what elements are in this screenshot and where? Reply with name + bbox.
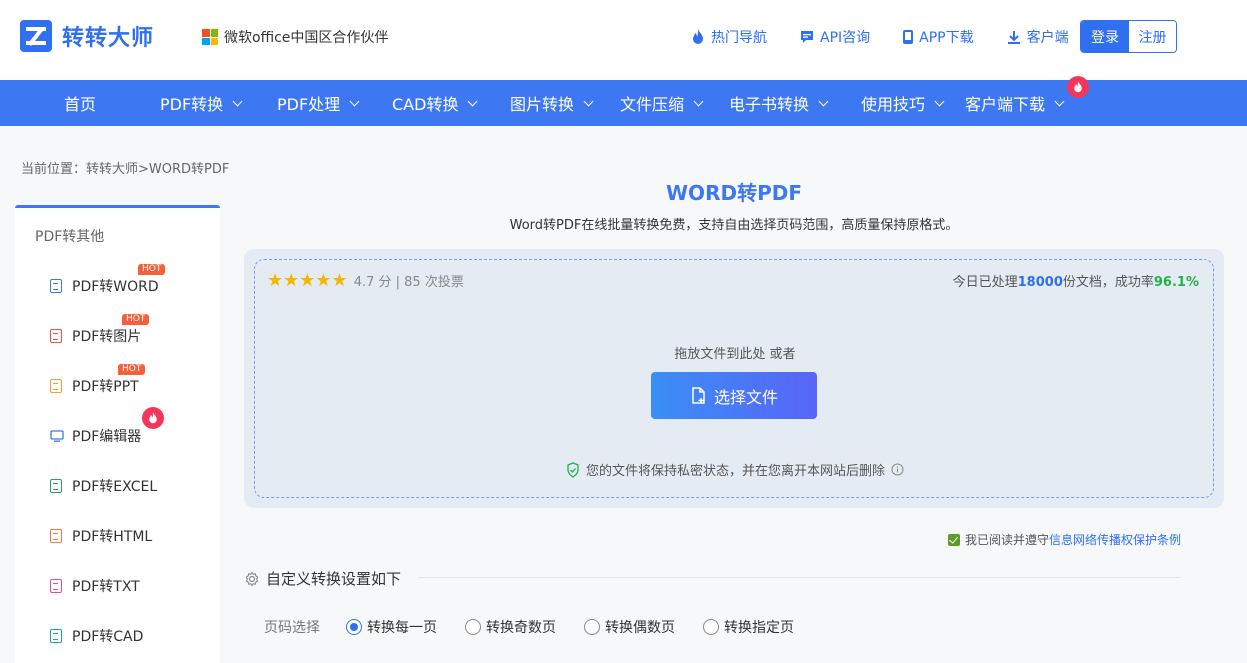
hot-badge: HOT bbox=[118, 364, 146, 375]
page-title: WORD转PDF bbox=[666, 181, 802, 205]
nav-file-compress[interactable]: 文件压缩 bbox=[620, 80, 704, 126]
hot-nav-link[interactable]: 热门导航 bbox=[690, 27, 767, 47]
register-button[interactable]: 注册 bbox=[1129, 21, 1176, 52]
settings-header: 自定义转换设置如下 bbox=[244, 568, 401, 589]
success-rate: 96.1% bbox=[1153, 275, 1199, 290]
rating-text: 4.7 分 | 85 次投票 bbox=[353, 275, 464, 290]
microsoft-logo-icon bbox=[202, 29, 218, 45]
sidebar-item-pdf-to-cad[interactable]: PDF转CAD bbox=[50, 626, 143, 646]
nav-client-download[interactable]: 客户端下载 bbox=[965, 80, 1065, 126]
option-specific-pages[interactable]: 转换指定页 bbox=[703, 617, 794, 637]
nav-tips[interactable]: 使用技巧 bbox=[861, 80, 945, 126]
shield-check-icon bbox=[567, 461, 579, 478]
radio-selected[interactable] bbox=[346, 619, 362, 635]
rating: ★★★★★ 4.7 分 | 85 次投票 bbox=[267, 270, 464, 291]
settings-title: 自定义转换设置如下 bbox=[266, 570, 402, 588]
fire-icon bbox=[142, 407, 164, 429]
logo-text: 转转大师 bbox=[62, 26, 155, 51]
agree-checkbox[interactable] bbox=[948, 533, 960, 546]
download-icon bbox=[1007, 31, 1020, 44]
option-odd-pages[interactable]: 转换奇数页 bbox=[465, 617, 556, 637]
star-rating-icon[interactable]: ★★★★★ bbox=[267, 270, 348, 291]
nav-pdf-convert[interactable]: PDF转换 bbox=[160, 80, 243, 126]
drop-hint: 拖放文件到此处 或者 bbox=[674, 347, 796, 362]
radio[interactable] bbox=[465, 619, 481, 635]
top-links: 热门导航 API咨询 APP下载 客户端 bbox=[690, 27, 1101, 47]
sidebar-item-pdf-to-txt[interactable]: PDF转TXT bbox=[50, 576, 140, 596]
sidebar-item-pdf-to-html[interactable]: PDF转HTML bbox=[50, 526, 152, 546]
main-nav: 首页 PDF转换 PDF处理 CAD转换 图片转换 文件压缩 电子书转换 使用技… bbox=[0, 76, 1247, 126]
nav-pdf-process[interactable]: PDF处理 bbox=[277, 80, 360, 126]
file-add-icon bbox=[692, 386, 705, 404]
sidebar-item-pdf-editor[interactable]: PDF编辑器 bbox=[50, 426, 141, 446]
partner-text: 微软office中国区合作伙伴 bbox=[224, 30, 389, 46]
drop-zone[interactable]: ★★★★★ 4.7 分 | 85 次投票 今日已处理18000份文档，成功率96… bbox=[254, 259, 1214, 498]
sidebar-item-pdf-to-word[interactable]: PDF转WORD HOT bbox=[50, 264, 166, 296]
chevron-down-icon bbox=[934, 96, 945, 106]
upload-panel: ★★★★★ 4.7 分 | 85 次投票 今日已处理18000份文档，成功率96… bbox=[244, 249, 1224, 508]
chevron-down-icon bbox=[818, 96, 829, 106]
divider bbox=[418, 577, 1180, 578]
page-description: Word转PDF在线批量转换免费，支持自由选择页码范围，高质量保持原格式。 bbox=[509, 218, 959, 233]
radio[interactable] bbox=[584, 619, 600, 635]
info-icon[interactable] bbox=[891, 463, 904, 476]
agreement-link[interactable]: 信息网络传播权保护条例 bbox=[1049, 531, 1181, 548]
file-icon bbox=[50, 479, 62, 493]
radio[interactable] bbox=[703, 619, 719, 635]
file-icon bbox=[50, 529, 62, 543]
file-icon bbox=[50, 329, 62, 343]
monitor-icon bbox=[50, 430, 64, 442]
chat-icon bbox=[801, 31, 813, 43]
sidebar-heading: PDF转其他 bbox=[35, 229, 105, 245]
option-even-pages[interactable]: 转换偶数页 bbox=[584, 617, 675, 637]
phone-icon bbox=[903, 30, 914, 44]
api-consult-link[interactable]: API咨询 bbox=[799, 27, 870, 47]
file-icon bbox=[50, 279, 62, 293]
logo[interactable]: 转转大师 bbox=[20, 20, 154, 52]
gear-icon bbox=[245, 571, 259, 586]
hot-badge: HOT bbox=[122, 314, 150, 325]
option-every-page[interactable]: 转换每一页 bbox=[346, 617, 437, 637]
logo-mark-icon bbox=[20, 20, 52, 52]
processed-count: 18000 bbox=[1017, 275, 1063, 290]
chevron-down-icon bbox=[468, 96, 478, 106]
fire-icon bbox=[1067, 76, 1089, 98]
auth-buttons: 登录 注册 bbox=[1080, 20, 1177, 53]
fire-icon bbox=[693, 29, 703, 44]
nav-cad-convert[interactable]: CAD转换 bbox=[392, 80, 478, 126]
partner-label: 微软office中国区合作伙伴 bbox=[202, 27, 388, 47]
client-link[interactable]: 客户端 bbox=[1006, 27, 1069, 47]
chevron-down-icon bbox=[693, 96, 704, 106]
sidebar-item-pdf-to-ppt[interactable]: PDF转PPT HOT bbox=[50, 364, 146, 396]
login-button[interactable]: 登录 bbox=[1081, 21, 1129, 52]
agreement: 我已阅读并遵守 信息网络传播权保护条例 bbox=[948, 531, 1181, 548]
app-download-link[interactable]: APP下载 bbox=[902, 27, 974, 47]
top-header: 转转大师 微软office中国区合作伙伴 热门导航 API咨询 APP下载 客户… bbox=[0, 0, 1247, 80]
file-icon bbox=[50, 629, 62, 643]
select-file-button[interactable]: 选择文件 bbox=[651, 372, 817, 419]
chevron-down-icon bbox=[1054, 96, 1065, 106]
sidebar-item-pdf-to-excel[interactable]: PDF转EXCEL bbox=[50, 476, 157, 496]
processing-stats: 今日已处理18000份文档，成功率96.1% bbox=[952, 275, 1199, 290]
breadcrumb: 当前位置：转转大师>WORD转PDF bbox=[21, 162, 230, 177]
hot-badge: HOT bbox=[138, 264, 166, 275]
chevron-down-icon bbox=[232, 96, 243, 106]
file-icon bbox=[50, 579, 62, 593]
sidebar: PDF转其他 PDF转WORD HOT PDF转图片 HOT PDF转PPT H… bbox=[15, 205, 220, 663]
chevron-down-icon bbox=[583, 96, 594, 106]
nav-ebook-convert[interactable]: 电子书转换 bbox=[729, 80, 829, 126]
privacy-note: 您的文件将保持私密状态，并在您离开本网站后删除 bbox=[255, 460, 1215, 479]
file-icon bbox=[50, 379, 62, 393]
sidebar-item-pdf-to-image[interactable]: PDF转图片 HOT bbox=[50, 314, 150, 346]
chevron-down-icon bbox=[349, 96, 360, 106]
page-selection-label: 页码选择 bbox=[264, 620, 320, 636]
nav-home[interactable]: 首页 bbox=[64, 80, 96, 126]
nav-image-convert[interactable]: 图片转换 bbox=[510, 80, 594, 126]
page-selection: 页码选择 转换每一页 转换奇数页 转换偶数页 转换指定页 bbox=[264, 617, 822, 637]
